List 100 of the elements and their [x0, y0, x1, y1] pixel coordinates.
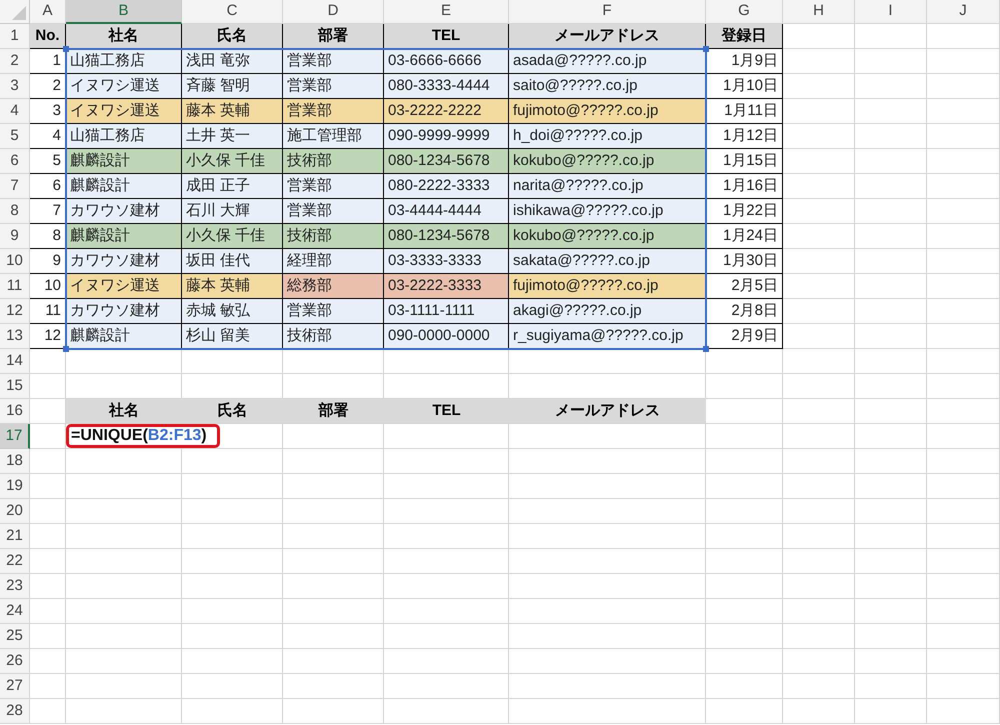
empty-cell[interactable]	[855, 424, 927, 449]
empty-cell[interactable]	[927, 549, 1000, 574]
row-header[interactable]: 17	[0, 424, 30, 449]
empty-cell[interactable]	[182, 574, 283, 599]
row-header[interactable]: 27	[0, 674, 30, 699]
empty-cell[interactable]	[509, 624, 706, 649]
row-header[interactable]: 20	[0, 499, 30, 524]
empty-cell[interactable]	[855, 349, 927, 374]
empty-cell[interactable]	[706, 699, 783, 724]
empty-cell[interactable]	[509, 549, 706, 574]
empty-cell[interactable]	[927, 599, 1000, 624]
empty-cell[interactable]	[66, 624, 182, 649]
empty-cell[interactable]	[706, 449, 783, 474]
empty-cell[interactable]	[66, 574, 182, 599]
row-header[interactable]: 4	[0, 99, 30, 124]
empty-cell[interactable]	[855, 199, 927, 224]
empty-cell[interactable]	[927, 449, 1000, 474]
range-handle[interactable]	[703, 46, 709, 52]
empty-cell[interactable]	[509, 349, 706, 374]
column-header[interactable]: H	[783, 0, 855, 24]
empty-cell[interactable]	[384, 524, 509, 549]
empty-cell[interactable]	[927, 624, 1000, 649]
row-header[interactable]: 16	[0, 399, 30, 424]
empty-cell[interactable]	[384, 699, 509, 724]
empty-cell[interactable]	[384, 599, 509, 624]
range-handle[interactable]	[703, 346, 709, 352]
empty-cell[interactable]	[783, 399, 855, 424]
empty-cell[interactable]	[706, 574, 783, 599]
row-header[interactable]: 9	[0, 224, 30, 249]
empty-cell[interactable]	[283, 674, 384, 699]
row-header[interactable]: 10	[0, 249, 30, 274]
column-header[interactable]: C	[182, 0, 283, 24]
empty-cell[interactable]	[855, 99, 927, 124]
empty-cell[interactable]	[855, 274, 927, 299]
empty-cell[interactable]	[927, 574, 1000, 599]
empty-cell[interactable]	[182, 524, 283, 549]
empty-cell[interactable]	[927, 74, 1000, 99]
empty-cell[interactable]	[855, 124, 927, 149]
empty-cell[interactable]	[927, 374, 1000, 399]
empty-cell[interactable]	[855, 624, 927, 649]
empty-cell[interactable]	[182, 349, 283, 374]
empty-cell[interactable]	[783, 674, 855, 699]
empty-cell[interactable]	[855, 299, 927, 324]
empty-cell[interactable]	[384, 549, 509, 574]
empty-cell[interactable]	[182, 699, 283, 724]
empty-cell[interactable]	[384, 624, 509, 649]
row-header[interactable]: 24	[0, 599, 30, 624]
empty-cell[interactable]	[927, 24, 1000, 49]
empty-cell[interactable]	[706, 374, 783, 399]
column-header[interactable]: B	[66, 0, 182, 24]
empty-cell[interactable]	[66, 474, 182, 499]
empty-cell[interactable]	[283, 449, 384, 474]
empty-cell[interactable]	[66, 349, 182, 374]
empty-cell[interactable]	[706, 624, 783, 649]
empty-cell[interactable]	[384, 574, 509, 599]
empty-cell[interactable]	[927, 224, 1000, 249]
empty-cell[interactable]	[706, 474, 783, 499]
empty-cell[interactable]	[783, 499, 855, 524]
empty-cell[interactable]	[927, 399, 1000, 424]
empty-cell[interactable]	[182, 624, 283, 649]
empty-cell[interactable]	[182, 674, 283, 699]
empty-cell[interactable]	[927, 199, 1000, 224]
empty-cell[interactable]	[783, 549, 855, 574]
row-header[interactable]: 2	[0, 49, 30, 74]
empty-cell[interactable]	[283, 474, 384, 499]
empty-cell[interactable]	[66, 699, 182, 724]
empty-cell[interactable]	[927, 349, 1000, 374]
row-header[interactable]: 25	[0, 624, 30, 649]
empty-cell[interactable]	[384, 474, 509, 499]
empty-cell[interactable]	[66, 599, 182, 624]
empty-cell[interactable]	[855, 374, 927, 399]
empty-cell[interactable]	[283, 424, 384, 449]
empty-cell[interactable]	[927, 299, 1000, 324]
row-header[interactable]: 18	[0, 449, 30, 474]
empty-cell[interactable]	[384, 424, 509, 449]
range-handle[interactable]	[63, 46, 69, 52]
empty-cell[interactable]	[855, 649, 927, 674]
empty-cell[interactable]	[509, 424, 706, 449]
empty-cell[interactable]	[927, 424, 1000, 449]
column-header[interactable]: E	[384, 0, 509, 24]
empty-cell[interactable]	[182, 449, 283, 474]
empty-cell[interactable]	[384, 449, 509, 474]
empty-cell[interactable]	[855, 24, 927, 49]
empty-cell[interactable]	[182, 599, 283, 624]
empty-cell[interactable]	[927, 699, 1000, 724]
empty-cell[interactable]	[855, 224, 927, 249]
empty-cell[interactable]	[927, 474, 1000, 499]
row-header[interactable]: 1	[0, 24, 30, 49]
empty-cell[interactable]	[283, 649, 384, 674]
empty-cell[interactable]	[855, 674, 927, 699]
empty-cell[interactable]	[855, 74, 927, 99]
row-header[interactable]: 5	[0, 124, 30, 149]
empty-cell[interactable]	[927, 149, 1000, 174]
empty-cell[interactable]	[509, 524, 706, 549]
empty-cell[interactable]	[927, 499, 1000, 524]
row-header[interactable]: 13	[0, 324, 30, 349]
empty-cell[interactable]	[384, 649, 509, 674]
empty-cell[interactable]	[66, 549, 182, 574]
empty-cell[interactable]	[182, 649, 283, 674]
empty-cell[interactable]	[509, 599, 706, 624]
